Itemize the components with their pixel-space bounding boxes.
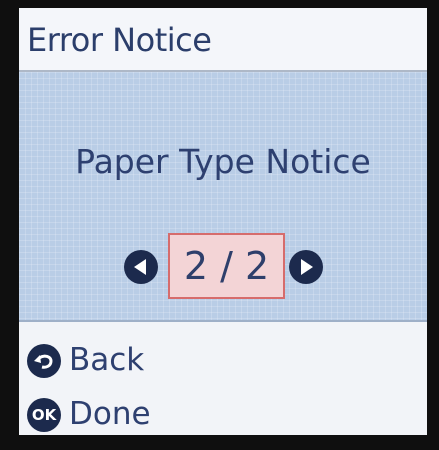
left-arrow-icon bbox=[134, 259, 146, 275]
notice-panel: Paper Type Notice 2 / 2 bbox=[19, 72, 427, 322]
page-number-box: 2 / 2 bbox=[168, 233, 285, 299]
back-label: Back bbox=[69, 342, 145, 378]
back-arrow-icon bbox=[27, 344, 61, 378]
next-page-button[interactable] bbox=[289, 250, 323, 284]
right-arrow-icon bbox=[301, 259, 313, 275]
current-page: 2 bbox=[183, 244, 208, 288]
page-title: Error Notice bbox=[27, 21, 212, 59]
ok-icon-text: OK bbox=[31, 406, 57, 424]
ok-icon: OK bbox=[27, 398, 61, 432]
header-bar: Error Notice bbox=[19, 8, 427, 72]
total-pages: 2 bbox=[245, 244, 270, 288]
page-separator: / bbox=[220, 244, 233, 288]
page-indicator: 2 / 2 bbox=[19, 232, 427, 302]
notice-message: Paper Type Notice bbox=[75, 142, 371, 181]
printer-lcd-screen: Error Notice Paper Type Notice 2 / 2 Bac… bbox=[19, 8, 427, 435]
done-label: Done bbox=[69, 396, 151, 432]
previous-page-button[interactable] bbox=[124, 250, 158, 284]
footer-actions: Back OK Done bbox=[19, 322, 427, 435]
